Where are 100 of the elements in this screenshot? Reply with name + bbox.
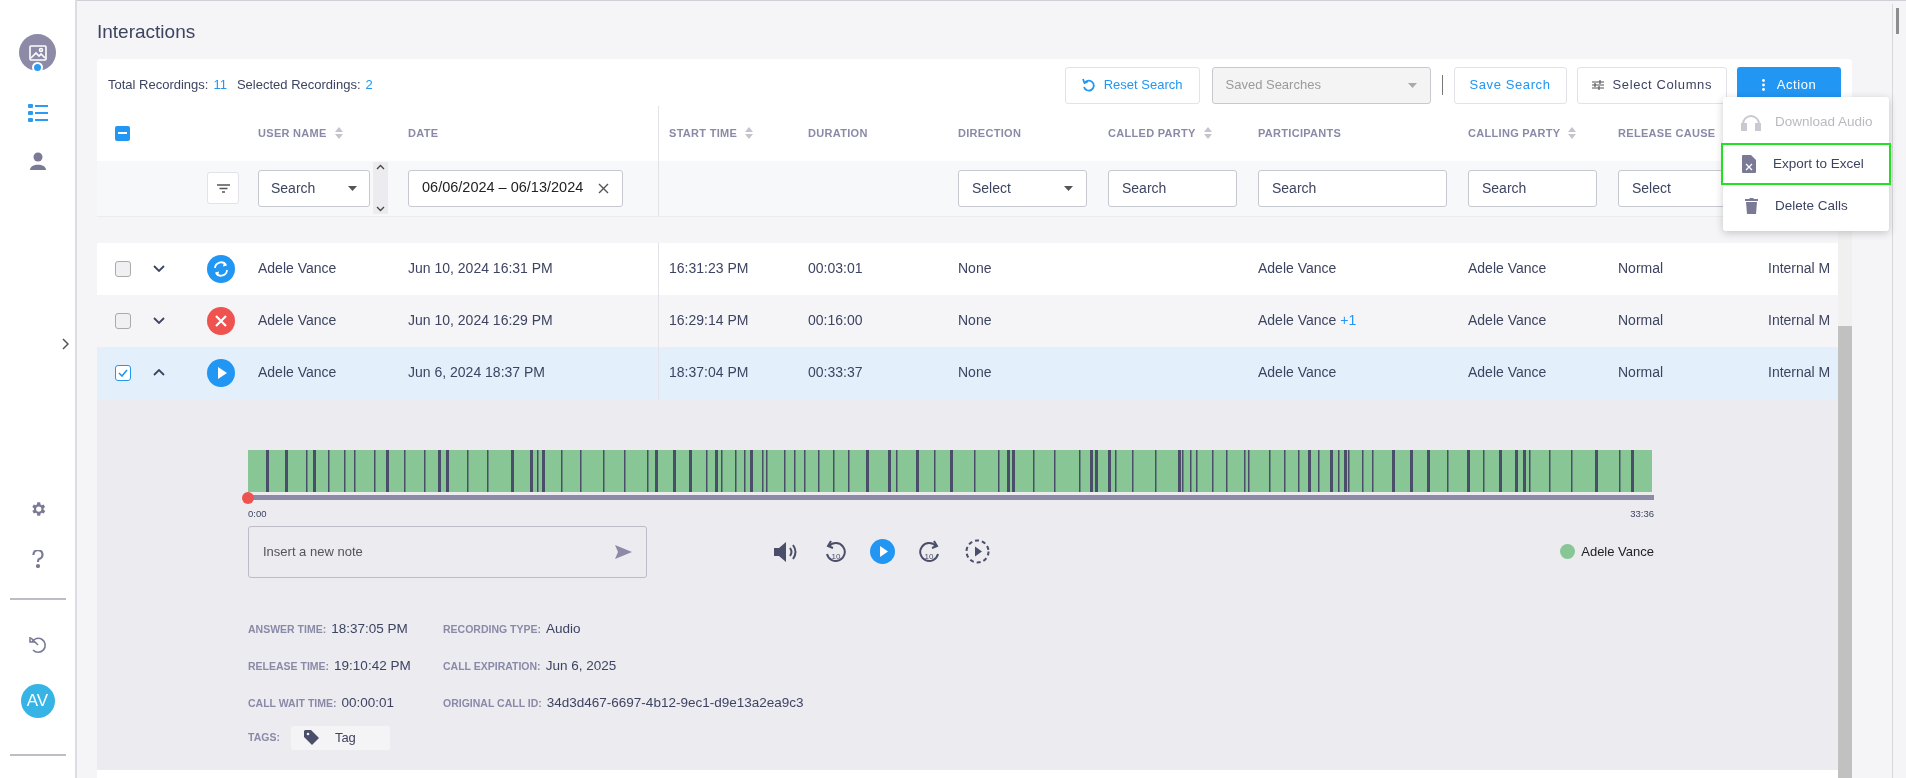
total-recordings-count: 11	[213, 76, 227, 95]
legend-label: Adele Vance	[1581, 543, 1654, 561]
check-icon	[118, 368, 128, 377]
detail-value: 19:10:42 PM	[334, 657, 411, 675]
playhead-handle[interactable]	[242, 491, 254, 504]
table-cell-text: Internal M	[1768, 363, 1831, 382]
row-checkbox[interactable]	[115, 312, 131, 329]
column-header[interactable]: CALLED PARTY	[1108, 124, 1196, 142]
select-dropdown[interactable]: Select	[958, 169, 1087, 207]
search-field[interactable]: Search	[1258, 169, 1447, 207]
stepper-icon[interactable]	[373, 162, 388, 214]
extra-participants-link[interactable]: +1	[1340, 310, 1357, 331]
table-cell-text: Jun 10, 2024 16:31 PM	[408, 259, 553, 278]
note-input-field[interactable]: Insert a new note	[248, 525, 647, 578]
table-cell-text: 00:33:37	[808, 363, 863, 382]
table-cell-text: Adele Vance	[1468, 363, 1547, 382]
column-header[interactable]: PARTICIPANTS	[1258, 124, 1342, 142]
column-header[interactable]: DATE	[408, 124, 439, 142]
detail-value: 00:00:01	[341, 694, 395, 713]
sort-icon[interactable]	[334, 127, 343, 139]
menu-item[interactable]: Export to Excel	[1721, 143, 1891, 185]
row-checkbox[interactable]	[115, 364, 131, 381]
skip-icon[interactable]	[965, 539, 990, 565]
search-dropdown[interactable]: Search	[258, 169, 370, 207]
waveform-drawing[interactable]	[248, 449, 1652, 492]
column-header[interactable]: RELEASE CAUSE	[1618, 124, 1716, 142]
table-cell-text: Normal	[1618, 259, 1664, 278]
date-range-field[interactable]: 06/06/2024 – 06/13/2024	[408, 169, 623, 207]
history-icon[interactable]	[28, 636, 47, 654]
expand-chevron-icon[interactable]	[62, 338, 69, 350]
trash-icon	[1744, 198, 1758, 214]
column-header[interactable]: USER NAME	[258, 124, 327, 142]
save-search-button[interactable]: Save Search	[1453, 66, 1567, 104]
selected-recordings-label: Selected Recordings:	[236, 76, 361, 95]
reset-icon	[1081, 78, 1095, 92]
play-icon[interactable]	[870, 539, 895, 565]
sort-icon[interactable]	[1568, 127, 1577, 139]
caret-icon	[1064, 185, 1073, 191]
table-cell-text: Adele Vance	[1258, 259, 1337, 278]
user-avatar[interactable]: AV	[20, 684, 55, 718]
table-cell-text: 18:37:04 PM	[669, 363, 749, 382]
caret-icon	[348, 185, 357, 191]
row-checkbox[interactable]	[115, 260, 131, 277]
list-icon[interactable]	[27, 104, 48, 122]
expand-chevron-icon[interactable]	[153, 317, 165, 324]
column-header[interactable]: START TIME	[669, 124, 738, 142]
table-cell-text: Adele Vance	[1468, 259, 1547, 278]
table-cell-text: Adele Vance	[1258, 363, 1337, 382]
saved-searches-select[interactable]: Saved Searches	[1211, 66, 1431, 104]
table-cell-text: Jun 6, 2024 18:37 PM	[408, 363, 545, 382]
table-cell-text: Normal	[1618, 363, 1664, 382]
failed-status-icon	[207, 306, 235, 335]
page-title: Interactions	[97, 20, 196, 44]
select-all-checkbox[interactable]	[115, 125, 130, 141]
play-status-icon[interactable]	[207, 358, 235, 387]
sort-icon[interactable]	[1203, 127, 1212, 139]
detail-label: RECORDING TYPE:	[443, 621, 541, 637]
detail-label: ANSWER TIME:	[248, 621, 327, 637]
table-cell-text: None	[958, 363, 992, 382]
column-header[interactable]: CALLING PARTY	[1468, 124, 1561, 142]
clear-icon[interactable]	[598, 182, 609, 194]
detail-value: 34d3d467-6697-4b12-9ec1-d9e13a2ea9c3	[546, 694, 804, 713]
table-cell-text: Internal M	[1768, 311, 1831, 330]
select-columns-button[interactable]: Select Columns	[1576, 66, 1727, 104]
search-field[interactable]: Search	[1108, 169, 1237, 207]
table-cell-text: 16:29:14 PM	[669, 311, 749, 330]
filter-icon	[216, 183, 230, 193]
table-cell-text: 00:03:01	[808, 259, 863, 278]
sort-icon[interactable]	[745, 127, 754, 139]
more-vertical-icon	[1761, 79, 1765, 91]
search-field[interactable]: Search	[1468, 169, 1597, 207]
detail-label: RELEASE TIME:	[248, 659, 330, 674]
send-icon[interactable]	[615, 544, 632, 559]
profile-image-avatar[interactable]	[19, 34, 56, 71]
reset-search-button[interactable]: Reset Search	[1064, 66, 1200, 104]
expand-chevron-icon[interactable]	[153, 265, 165, 272]
person-icon[interactable]	[29, 152, 46, 170]
total-recordings-label: Total Recordings:	[108, 76, 209, 95]
sync-status-icon	[207, 254, 235, 283]
detail-value: Audio	[546, 619, 581, 638]
table-cell-text: Jun 10, 2024 16:29 PM	[408, 311, 553, 330]
tags-label: TAGS:	[248, 729, 280, 745]
sliders-icon	[1591, 80, 1604, 90]
table-cell-text: Adele Vance	[258, 259, 337, 278]
table-cell-text: Normal	[1618, 311, 1664, 330]
caret-icon	[1407, 82, 1417, 88]
table-cell-text: Adele Vance	[258, 311, 337, 330]
detail-label: CALL EXPIRATION:	[443, 659, 541, 674]
tag-chip[interactable]: Tag	[290, 725, 390, 750]
table-cell-text: 16:31:23 PM	[669, 259, 749, 278]
add-badge-icon[interactable]	[32, 62, 43, 73]
column-header[interactable]: DURATION	[808, 124, 868, 142]
selected-recordings-count: 2	[365, 76, 373, 95]
help-icon[interactable]	[31, 550, 44, 568]
detail-label: ORIGINAL CALL ID:	[443, 696, 542, 712]
headphones-icon	[1741, 113, 1761, 131]
collapse-chevron-icon[interactable]	[153, 369, 165, 376]
column-header[interactable]: DIRECTION	[958, 124, 1022, 142]
detail-label: CALL WAIT TIME:	[248, 696, 337, 712]
filter-button[interactable]	[207, 172, 239, 204]
